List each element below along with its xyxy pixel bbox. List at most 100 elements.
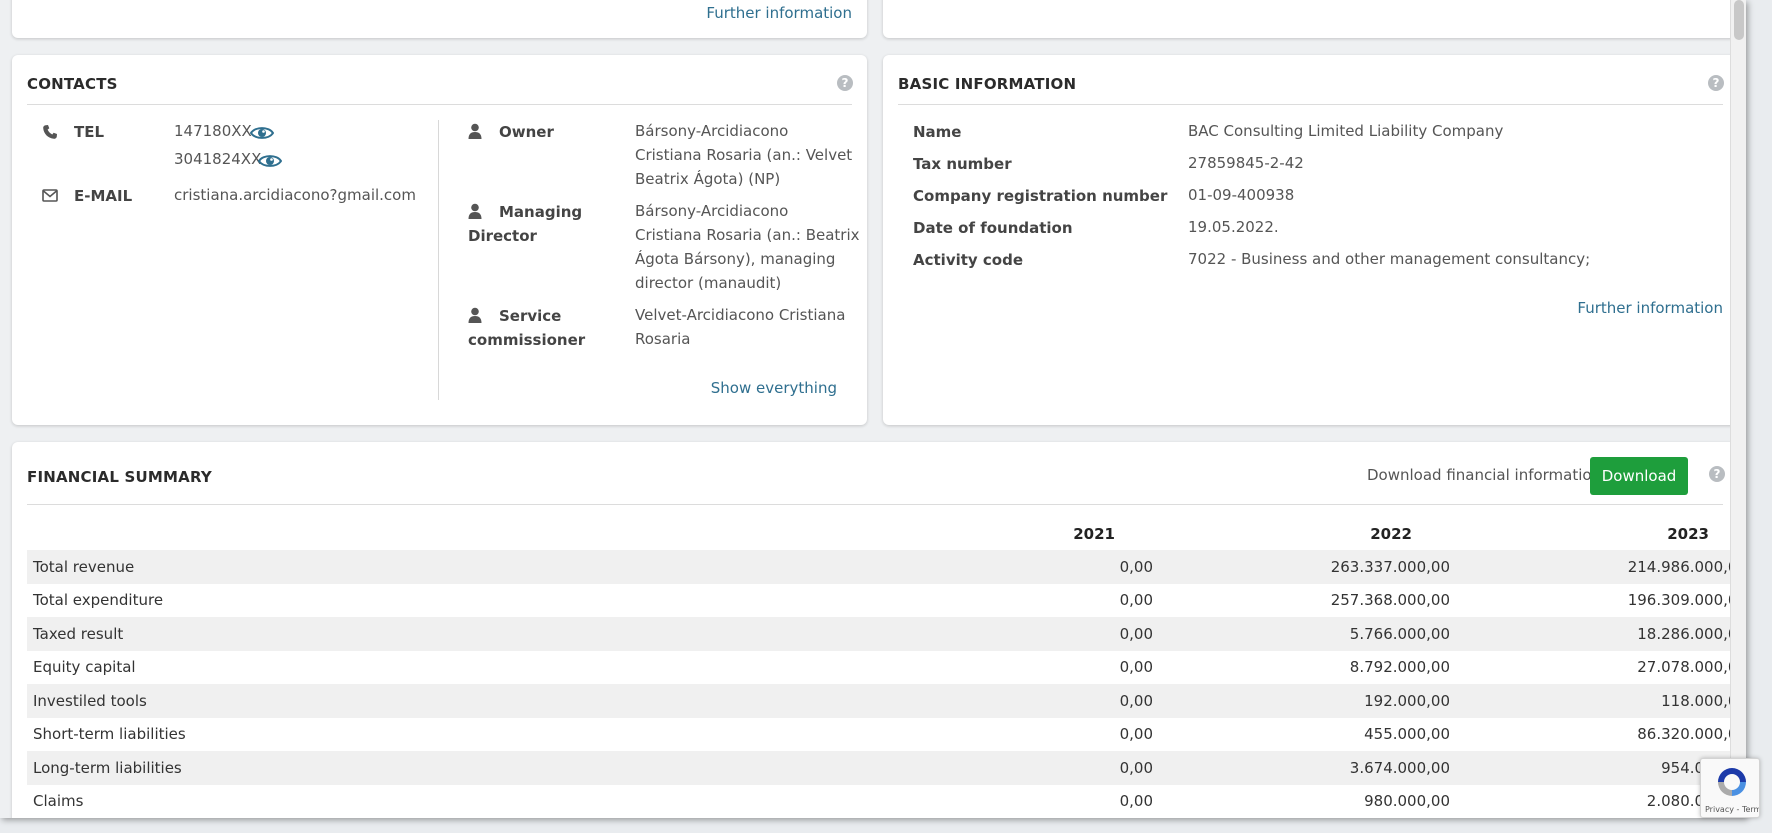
tax-number-value: 27859845-2-42 [1188, 154, 1304, 172]
contacts-separator [438, 120, 439, 400]
cell-value: 455.000,00 [1364, 725, 1450, 744]
financial-summary-card: FINANCIAL SUMMARY Download financial inf… [12, 442, 1746, 818]
email-value[interactable]: cristiana.arcidiacono?gmail.com [174, 183, 416, 207]
column-header-year: 2022 [1370, 525, 1412, 543]
phone-number-2: 3041824XX [174, 150, 262, 168]
cell-value: 0,00 [1119, 725, 1153, 744]
registration-number-label: Company registration number [913, 187, 1168, 205]
phone-icon [43, 125, 57, 139]
owner-role: Owner [499, 123, 554, 141]
person-icon [468, 307, 482, 323]
cell-value: 118.000,00 [1456, 684, 1746, 718]
person-icon [468, 123, 482, 139]
scrollbar[interactable] [1730, 0, 1746, 818]
contacts-title: CONTACTS [27, 75, 118, 93]
row-name: Equity capital [33, 658, 136, 677]
financial-table: 2021 2022 2023 Total revenue 0,00 263.33… [27, 518, 1746, 818]
envelope-icon [42, 189, 58, 202]
scrollbar-thumb[interactable] [1734, 0, 1744, 40]
row-name: Total expenditure [33, 591, 164, 610]
cell-value: 0,00 [773, 684, 1159, 718]
row-name: Investiled tools [27, 684, 773, 718]
person-icon [468, 203, 482, 219]
owner-name-line: Bársony-Arcidiacono [635, 122, 789, 140]
basic-information-title: BASIC INFORMATION [898, 75, 1077, 93]
column-header-name [27, 518, 773, 550]
managing-director-name-line: Ágota Bársony), managing [635, 250, 836, 268]
show-everything-link[interactable]: Show everything [711, 379, 837, 397]
cell-value: 257.368.000,00 [1330, 591, 1450, 610]
name-label: Name [913, 123, 962, 141]
cell-value: 0,00 [773, 751, 1159, 785]
service-commissioner-name-line: Velvet-Arcidiacono Cristiana [635, 306, 846, 324]
email-label: E-MAIL [74, 187, 133, 205]
row-name: Claims [33, 792, 84, 811]
owner-name-line: Cristiana Rosaria (an.: Velvet [635, 146, 853, 164]
help-icon[interactable]: ? [1709, 466, 1725, 482]
basic-information-divider [898, 104, 1723, 105]
column-header-year: 2021 [1073, 525, 1115, 543]
tax-number-label: Tax number [913, 155, 1012, 173]
help-icon[interactable]: ? [837, 75, 853, 91]
owner-name-line: Beatrix Ágota) (NP) [635, 170, 781, 188]
managing-director-role: Managing [499, 203, 583, 221]
cell-value: 0,00 [1119, 792, 1153, 811]
service-commissioner-role-cont: commissioner [468, 331, 586, 349]
previous-card-right [883, 0, 1738, 38]
contacts-card: CONTACTS ? TEL 147180XX 3041824XX E-MAIL… [12, 55, 867, 425]
further-information-link[interactable]: Further information [1577, 299, 1723, 317]
cell-value: 3.674.000,00 [1159, 751, 1456, 785]
row-name: Short-term liabilities [33, 725, 186, 744]
financial-summary-title: FINANCIAL SUMMARY [27, 468, 212, 486]
eye-icon[interactable] [250, 125, 274, 141]
cell-value: 86.320.000,00 [1637, 725, 1746, 744]
name-value: BAC Consulting Limited Liability Company [1188, 122, 1504, 140]
basic-information-card: BASIC INFORMATION ? Name BAC Consulting … [883, 55, 1738, 425]
cell-value: 5.766.000,00 [1159, 617, 1456, 651]
cell-value: 0,00 [773, 617, 1159, 651]
cell-value: 27.078.000,00 [1637, 658, 1746, 677]
cell-value: 0,00 [1119, 591, 1153, 610]
row-name: Taxed result [27, 617, 773, 651]
cell-value: 8.792.000,00 [1349, 658, 1450, 677]
recaptcha-text[interactable]: Privacy - Terms [1705, 805, 1759, 814]
previous-card-left: Further information [12, 0, 867, 38]
download-financial-info-text: Download financial information [1367, 466, 1602, 484]
tel-label: TEL [74, 123, 105, 141]
table-row: Taxed result 0,00 5.766.000,00 18.286.00… [27, 617, 1746, 651]
page-frame: Further information CONTACTS ? TEL 14718… [0, 0, 1746, 818]
managing-director-role-cont: Director [468, 227, 537, 245]
recaptcha-icon [1718, 768, 1746, 796]
service-commissioner-name-line: Rosaria [635, 330, 691, 348]
activity-code-label: Activity code [913, 251, 1024, 269]
table-row: Total expenditure 0,00 257.368.000,00 19… [27, 584, 1746, 618]
cell-value: 0,00 [773, 550, 1159, 584]
table-header-row: 2021 2022 2023 [27, 518, 1746, 550]
registration-number-value: 01-09-400938 [1188, 186, 1295, 204]
help-icon[interactable]: ? [1708, 75, 1724, 91]
financial-summary-divider [27, 504, 1723, 505]
managing-director-name-line: Cristiana Rosaria (an.: Beatrix [635, 226, 860, 244]
table-row: Short-term liabilities 0,00 455.000,00 8… [27, 718, 1746, 752]
managing-director-name-line: director (manaudit) [635, 274, 782, 292]
cell-value: 214.986.000,00 [1456, 550, 1746, 584]
date-of-foundation-label: Date of foundation [913, 219, 1073, 237]
table-row: Claims 0,00 980.000,00 2.080.000,00 [27, 785, 1746, 819]
eye-icon[interactable] [258, 153, 282, 169]
row-name: Total revenue [27, 550, 773, 584]
download-button[interactable]: Download [1590, 457, 1688, 495]
row-name: Long-term liabilities [27, 751, 773, 785]
table-row: Equity capital 0,00 8.792.000,00 27.078.… [27, 651, 1746, 685]
cell-value: 980.000,00 [1364, 792, 1450, 811]
managing-director-name-line: Bársony-Arcidiacono [635, 202, 789, 220]
cell-value: 192.000,00 [1159, 684, 1456, 718]
recaptcha-badge[interactable]: Privacy - Terms [1700, 758, 1760, 818]
cell-value: 0,00 [1119, 658, 1153, 677]
table-row: Long-term liabilities 0,00 3.674.000,00 … [27, 751, 1746, 785]
phone-number-1: 147180XX [174, 122, 252, 140]
further-information-link-top[interactable]: Further information [706, 4, 852, 22]
table-row: Total revenue 0,00 263.337.000,00 214.98… [27, 550, 1746, 584]
table-row: Investiled tools 0,00 192.000,00 118.000… [27, 684, 1746, 718]
column-header-year: 2023 [1667, 525, 1709, 543]
contacts-divider [27, 104, 852, 105]
